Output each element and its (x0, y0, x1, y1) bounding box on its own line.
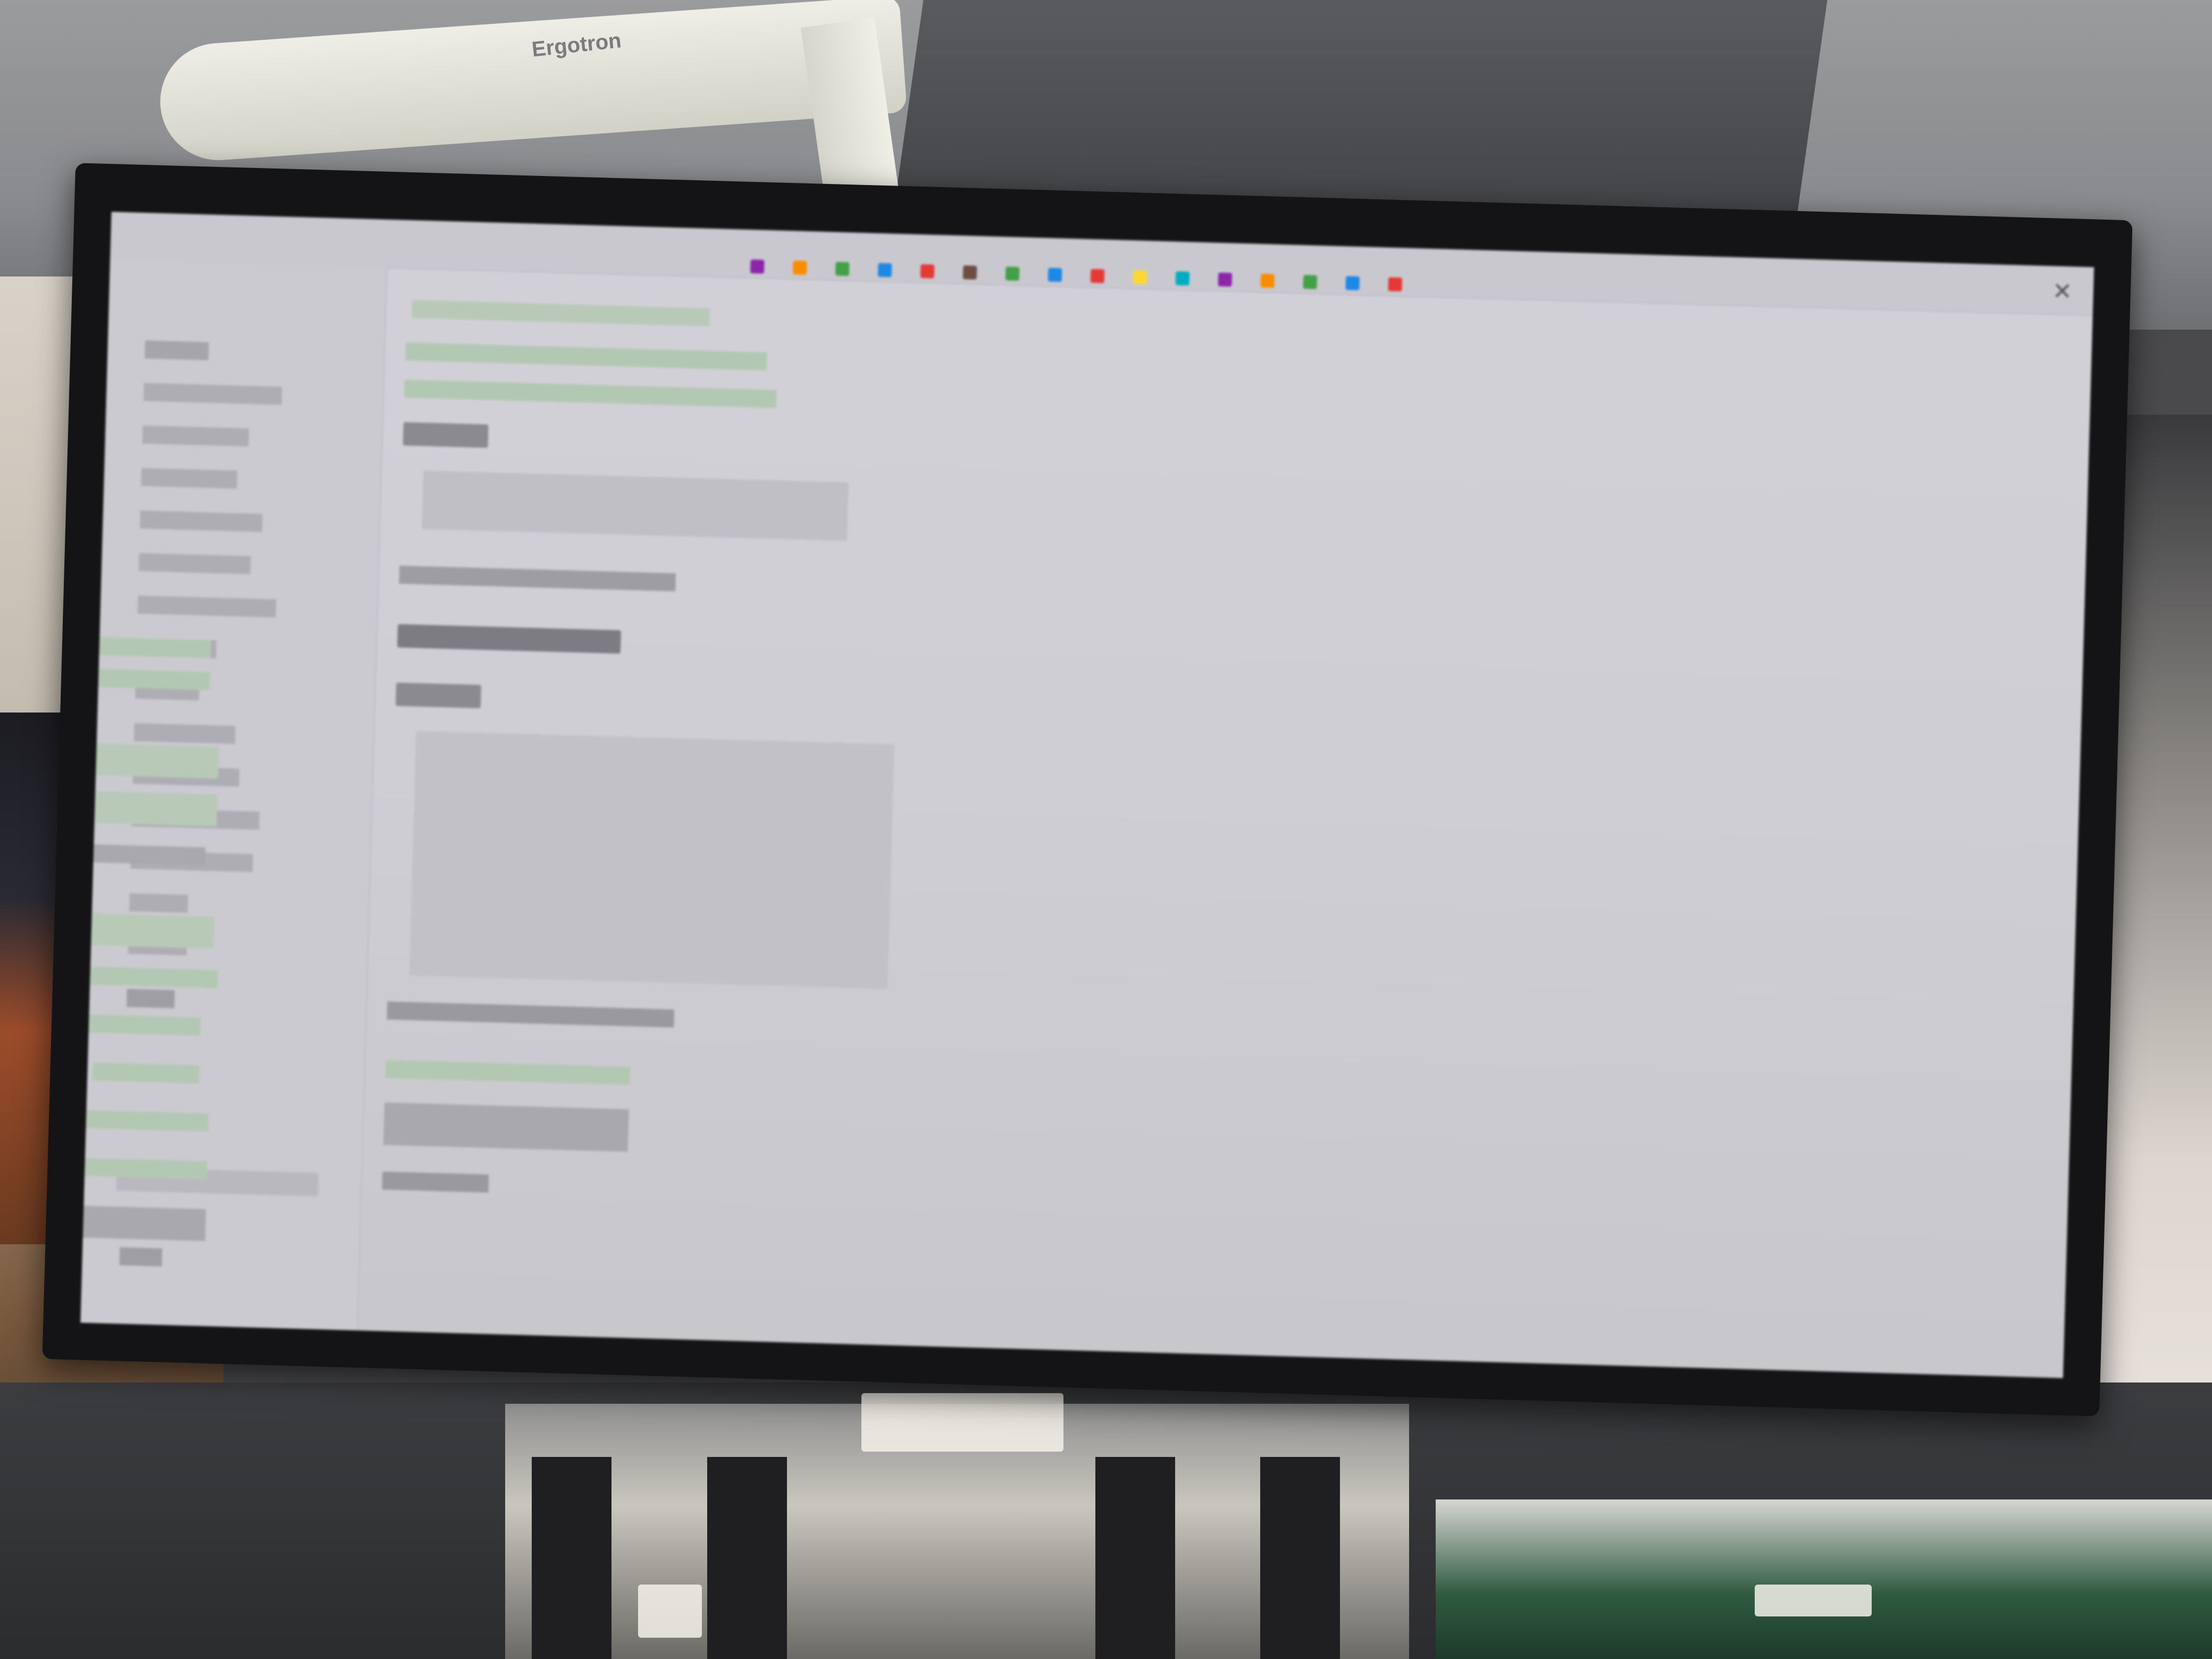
side-link[interactable] (98, 668, 211, 690)
sidebar-item[interactable] (141, 468, 238, 489)
sidebar-item[interactable] (137, 596, 276, 618)
section-heading (387, 1001, 675, 1028)
toolbar-icon[interactable] (1388, 277, 1403, 292)
content-label (382, 1171, 489, 1193)
sidebar-item[interactable] (142, 425, 249, 447)
toolbar-icon[interactable] (1218, 272, 1233, 287)
monitor: ✕ (42, 163, 2133, 1417)
sidebar-footer-item[interactable] (119, 1247, 163, 1267)
screen: ✕ (80, 212, 2094, 1378)
sidebar-item[interactable] (138, 553, 251, 574)
toolbar-icon[interactable] (750, 259, 765, 274)
side-link[interactable] (80, 636, 212, 658)
sidebar-item[interactable] (140, 510, 263, 532)
content-block (383, 1102, 629, 1152)
light-glare (861, 1393, 1063, 1452)
side-label (88, 844, 206, 866)
toolbar-icon[interactable] (1175, 271, 1190, 286)
sidebar-item[interactable] (143, 383, 282, 405)
toolbar-icon[interactable] (835, 262, 850, 276)
section-badge (395, 682, 482, 709)
toolbar-icon[interactable] (920, 264, 935, 279)
side-link[interactable] (92, 1062, 199, 1084)
pc-tower (1095, 1457, 1175, 1659)
content-link[interactable] (412, 300, 710, 326)
light-glare (638, 1585, 702, 1638)
toolbar-icon[interactable] (1133, 270, 1147, 284)
toolbar-icon[interactable] (962, 265, 977, 280)
data-table (422, 470, 849, 541)
sidebar-item[interactable] (126, 988, 175, 1009)
toolbar-icon[interactable] (1005, 266, 1020, 281)
toolbar-icon[interactable] (1090, 269, 1105, 283)
pc-tower (707, 1457, 787, 1659)
side-link-group[interactable] (80, 740, 219, 779)
details-table (409, 731, 895, 989)
side-link-group[interactable] (80, 788, 218, 827)
section-heading-bar (397, 624, 622, 654)
side-link-group[interactable] (80, 910, 214, 949)
section-heading (399, 565, 676, 592)
background-counter (1436, 1499, 2212, 1659)
content-link[interactable] (385, 1060, 631, 1085)
toolbar: ✕ (110, 212, 2094, 316)
light-glare (1755, 1585, 1872, 1616)
toolbar-icon[interactable] (1303, 274, 1318, 289)
toolbar-icon[interactable] (792, 261, 807, 275)
toolbar-icon[interactable] (1260, 273, 1275, 288)
sidebar-item[interactable] (144, 340, 209, 361)
pc-tower (532, 1457, 611, 1659)
toolbar-icon[interactable] (877, 263, 892, 278)
pc-tower (1260, 1457, 1340, 1659)
sidebar-item[interactable] (129, 893, 188, 913)
sidebar-item[interactable] (133, 723, 236, 744)
toolbar-icon[interactable] (1345, 276, 1360, 290)
close-icon[interactable]: ✕ (2052, 278, 2072, 305)
section-badge (403, 422, 489, 448)
side-label (80, 1203, 206, 1241)
content-link[interactable] (405, 342, 767, 371)
content-link[interactable] (404, 379, 777, 408)
screen-content: ✕ (80, 212, 2094, 1378)
toolbar-icon[interactable] (1048, 267, 1062, 282)
